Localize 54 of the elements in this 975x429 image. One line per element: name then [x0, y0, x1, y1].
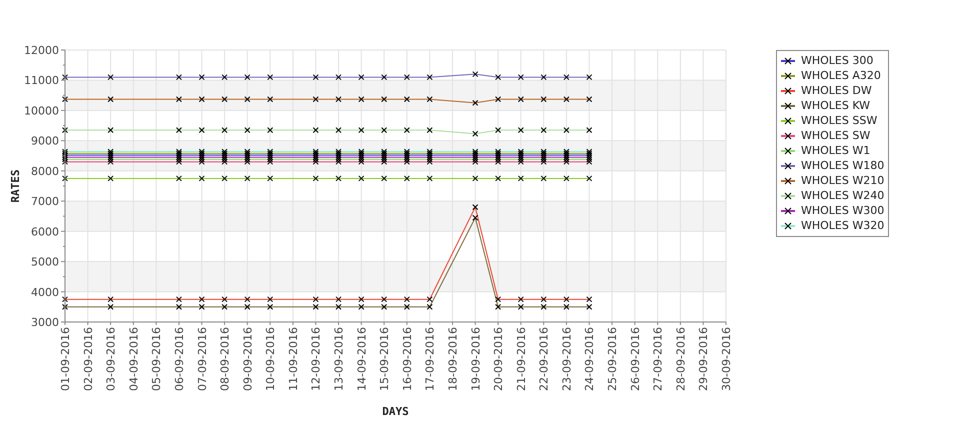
y-tick-label: 5000 [31, 256, 59, 269]
x-tick-label: 17-09-2016 [424, 327, 437, 391]
x-tick-label: 24-09-2016 [583, 327, 596, 391]
x-tick-label: 26-09-2016 [628, 327, 642, 391]
x-tick-label: 02-09-2016 [82, 327, 95, 391]
x-tick-label: 18-09-2016 [446, 327, 460, 391]
x-tick-label: 28-09-2016 [674, 327, 688, 391]
x-tick-label: 29-09-2016 [697, 327, 710, 391]
x-tick-label: 09-09-2016 [241, 327, 254, 391]
legend-label: WHOLES SW [801, 129, 870, 142]
y-tick-label: 11000 [24, 74, 59, 88]
x-tick-label: 21-09-2016 [514, 327, 528, 391]
legend-label: WHOLES W1 [801, 144, 870, 157]
x-tick-label: 11-09-2016 [286, 327, 300, 391]
legend-label: WHOLES W300 [801, 204, 884, 217]
legend-label: WHOLES A320 [801, 69, 881, 82]
x-tick-label: 13-09-2016 [332, 327, 346, 391]
y-tick-label: 6000 [31, 225, 59, 238]
legend-label: WHOLES W210 [801, 174, 884, 187]
x-tick-label: 27-09-2016 [652, 327, 665, 391]
x-tick-label: 01-09-2016 [59, 327, 72, 391]
x-tick-label: 05-09-2016 [150, 327, 164, 391]
y-tick-label: 3000 [31, 316, 59, 329]
x-tick-label: 14-09-2016 [355, 327, 368, 391]
y-tick-label: 10000 [24, 104, 59, 118]
legend-label: WHOLES W320 [801, 219, 884, 232]
x-axis-title: DAYS [382, 405, 409, 418]
y-tick-label: 9000 [31, 134, 59, 148]
y-tick-label: 12000 [24, 44, 59, 57]
legend-label: WHOLES W240 [801, 189, 884, 202]
y-axis-title: RATES [9, 169, 22, 203]
legend-label: WHOLES 300 [801, 54, 874, 67]
legend-label: WHOLES W180 [801, 159, 884, 172]
legend-label: WHOLES DW [801, 84, 872, 97]
legend-label: WHOLES KW [801, 99, 870, 112]
x-tick-label: 10-09-2016 [264, 327, 278, 391]
x-tick-label: 19-09-2016 [469, 327, 482, 391]
x-tick-label: 23-09-2016 [560, 327, 574, 391]
x-tick-label: 20-09-2016 [492, 327, 506, 391]
x-tick-label: 03-09-2016 [104, 327, 118, 391]
x-tick-label: 07-09-2016 [196, 327, 209, 391]
legend-label: WHOLES SSW [801, 114, 878, 127]
x-tick-label: 08-09-2016 [218, 327, 232, 391]
x-tick-label: 15-09-2016 [378, 327, 392, 391]
x-tick-label: 30-09-2016 [720, 327, 733, 391]
y-tick-label: 4000 [31, 286, 59, 299]
x-tick-label: 16-09-2016 [400, 327, 414, 391]
x-tick-label: 25-09-2016 [606, 327, 620, 391]
x-tick-label: 04-09-2016 [127, 327, 140, 391]
x-tick-label: 12-09-2016 [310, 327, 323, 391]
y-tick-label: 7000 [31, 195, 59, 208]
x-tick-label: 06-09-2016 [172, 327, 186, 391]
y-tick-label: 8000 [31, 164, 59, 178]
x-tick-label: 22-09-2016 [538, 327, 551, 391]
